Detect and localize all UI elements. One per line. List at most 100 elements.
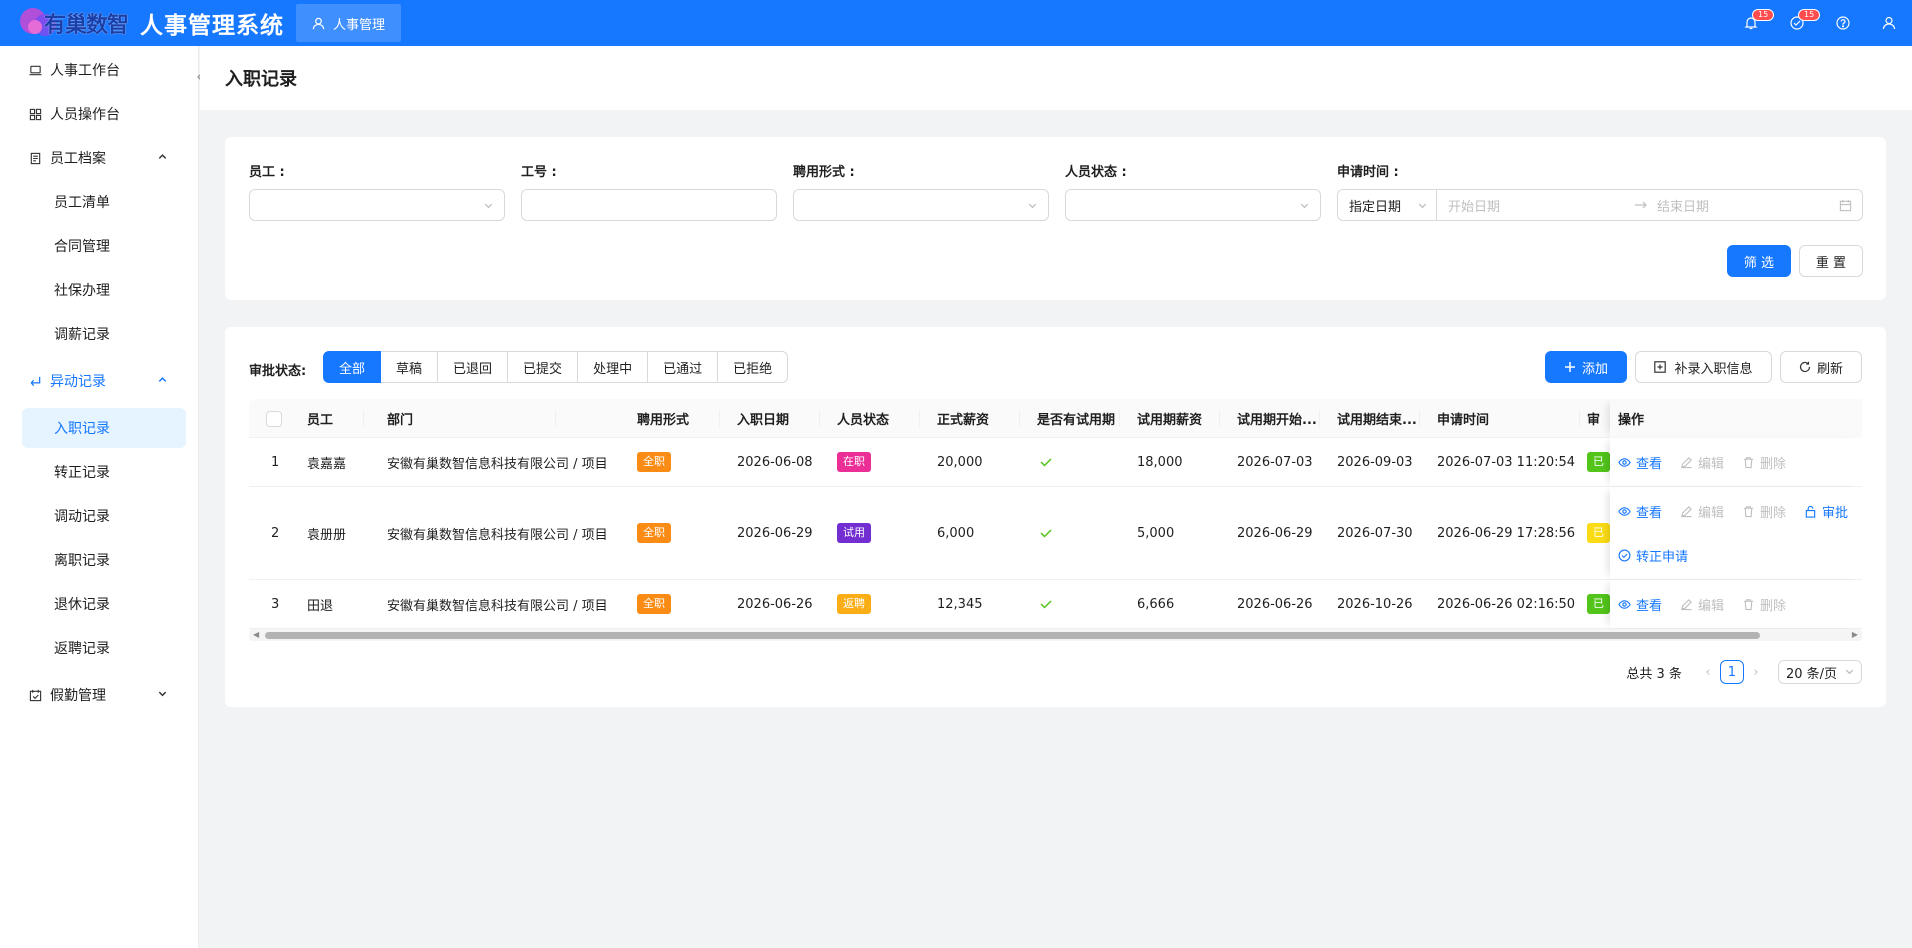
horizontal-scrollbar[interactable]: ◀ ▶ [249,629,1862,641]
view-button[interactable]: 查看 [1618,453,1662,472]
enter-icon [28,374,42,388]
next-page-icon[interactable]: › [1744,665,1768,680]
supplement-button[interactable]: 补录入职信息 [1635,351,1772,383]
approval-status-label: 审批状态: [249,364,307,379]
grid-icon [28,107,42,121]
sidebar-item-label: 异动记录 [50,374,106,390]
select-all-checkbox[interactable] [266,399,282,438]
col-join-date: 入职日期 [737,413,790,428]
apply-time-label: 申请时间 : [1337,165,1399,180]
page-size-select[interactable]: 20 条/页 [1777,660,1862,684]
end-date-input[interactable]: 结束日期 [1657,196,1709,215]
status-option-returned[interactable]: 已退回 [437,351,509,383]
col-probation-salary: 试用期薪资 [1137,413,1203,428]
check-icon [1039,438,1053,486]
calendar-check-icon [28,688,42,702]
sidebar-item-social-security[interactable]: 社保办理 [0,268,198,312]
status-option-rejected[interactable]: 已拒绝 [717,351,789,383]
status-option-draft[interactable]: 草稿 [380,351,439,383]
approve-button[interactable]: 审批 [1804,502,1848,521]
sidebar-item-onboarding[interactable]: 入职记录 [22,408,186,448]
delete-button[interactable]: 删除 [1742,453,1786,472]
start-date-input[interactable]: 开始日期 [1448,196,1500,215]
todo-button[interactable]: 15 [1774,0,1821,46]
delete-button[interactable]: 删除 [1742,502,1786,521]
employee-no-input[interactable] [521,189,777,221]
add-button[interactable]: 添加 [1545,351,1627,383]
date-mode-select[interactable]: 指定日期 [1337,189,1437,221]
row-number: 1 [271,454,280,470]
user-icon [312,17,325,29]
row-number: 3 [271,596,280,612]
employee-select[interactable] [249,189,505,221]
sidebar-item-changes[interactable]: 异动记录 [0,356,198,406]
table-row: 2 袁册册 安徽有巢数智信息科技有限公司 / 项目 全职 2026-06-29 … [249,487,1862,580]
row-actions: 查看 编辑 删除 审批 转正申请 [1610,487,1862,579]
probation-start: 2026-06-26 [1237,596,1313,612]
edit-icon [1681,456,1692,468]
reset-button[interactable]: 重 置 [1799,245,1863,277]
date-range-picker[interactable]: 开始日期 结束日期 [1436,189,1863,221]
refresh-button[interactable]: 刷新 [1780,351,1862,383]
filter-button[interactable]: 筛 选 [1727,245,1791,277]
person-status-tag: 在职 [837,452,871,472]
edit-button[interactable]: 编辑 [1680,453,1724,472]
sidebar-item-regularization[interactable]: 转正记录 [0,450,198,494]
trash-icon [1743,456,1754,468]
tab-hr-management[interactable]: 人事管理 [296,4,402,42]
join-date: 2026-06-26 [737,596,813,612]
person-status-select[interactable] [1065,189,1321,221]
sidebar-item-resignation[interactable]: 离职记录 [0,538,198,582]
page-number[interactable]: 1 [1719,660,1744,684]
sidebar-item-rehire[interactable]: 返聘记录 [0,626,198,670]
help-button[interactable] [1820,0,1866,46]
chevron-up-icon [158,377,167,382]
edit-button[interactable]: 编辑 [1680,502,1724,521]
sidebar-item-leave-attendance[interactable]: 假勤管理 [0,670,198,720]
sidebar-item-employee-archive[interactable]: 员工档案 [0,136,198,180]
status-option-submitted[interactable]: 已提交 [507,351,579,383]
sidebar-item-contract[interactable]: 合同管理 [0,224,198,268]
prev-page-icon[interactable]: ‹ [1696,665,1720,680]
sidebar-item-hr-workbench[interactable]: 人事工作台 [0,48,198,92]
table-card: 审批状态: 全部 草稿 已退回 已提交 处理中 已通过 已拒绝 添加 补录入职信… [225,327,1886,707]
employment-type-cell: 全职 [637,438,671,486]
approval-status-tag: 已 [1587,452,1610,472]
chevron-down-icon [1845,669,1854,675]
scroll-right-icon[interactable]: ▶ [1852,630,1858,639]
approval-status-tag: 已 [1587,594,1610,614]
scroll-left-icon[interactable]: ◀ [253,630,259,639]
col-has-probation: 是否有试用期 [1037,413,1116,428]
approval-status-cell: 已 [1587,487,1610,579]
chevron-down-icon [484,203,493,209]
edit-button[interactable]: 编辑 [1680,595,1724,614]
sidebar-item-retirement[interactable]: 退休记录 [0,582,198,626]
view-button[interactable]: 查看 [1618,502,1662,521]
sidebar-item-employee-list[interactable]: 员工清单 [0,180,198,224]
page-size-value: 20 条/页 [1785,666,1837,682]
status-option-approved[interactable]: 已通过 [647,351,719,383]
sidebar-item-salary-adjust[interactable]: 调薪记录 [0,312,198,356]
join-date: 2026-06-29 [737,525,813,541]
eye-icon [1618,506,1631,516]
arrow-right-icon [1635,201,1647,209]
status-option-all[interactable]: 全部 [323,351,382,383]
laptop-icon [28,63,42,77]
sidebar-item-staff-console[interactable]: 人员操作台 [0,92,198,136]
col-employee: 员工 [307,413,334,428]
view-button[interactable]: 查看 [1618,595,1662,614]
approval-status-cell: 已 [1587,580,1610,628]
notification-button[interactable]: 15 [1728,0,1775,46]
user-icon [1882,16,1896,30]
account-button[interactable] [1866,0,1912,46]
approval-status-segmented: 全部 草稿 已退回 已提交 处理中 已通过 已拒绝 [323,351,789,383]
join-date: 2026-06-08 [737,454,813,470]
delete-button[interactable]: 删除 [1742,595,1786,614]
employment-type-select[interactable] [793,189,1049,221]
regularization-apply-button[interactable]: 转正申请 [1618,546,1688,565]
chevron-down-icon [1028,203,1037,209]
scrollbar-thumb[interactable] [265,632,1760,639]
sidebar-item-transfer[interactable]: 调动记录 [0,494,198,538]
trash-icon [1743,505,1754,517]
status-option-processing[interactable]: 处理中 [577,351,649,383]
